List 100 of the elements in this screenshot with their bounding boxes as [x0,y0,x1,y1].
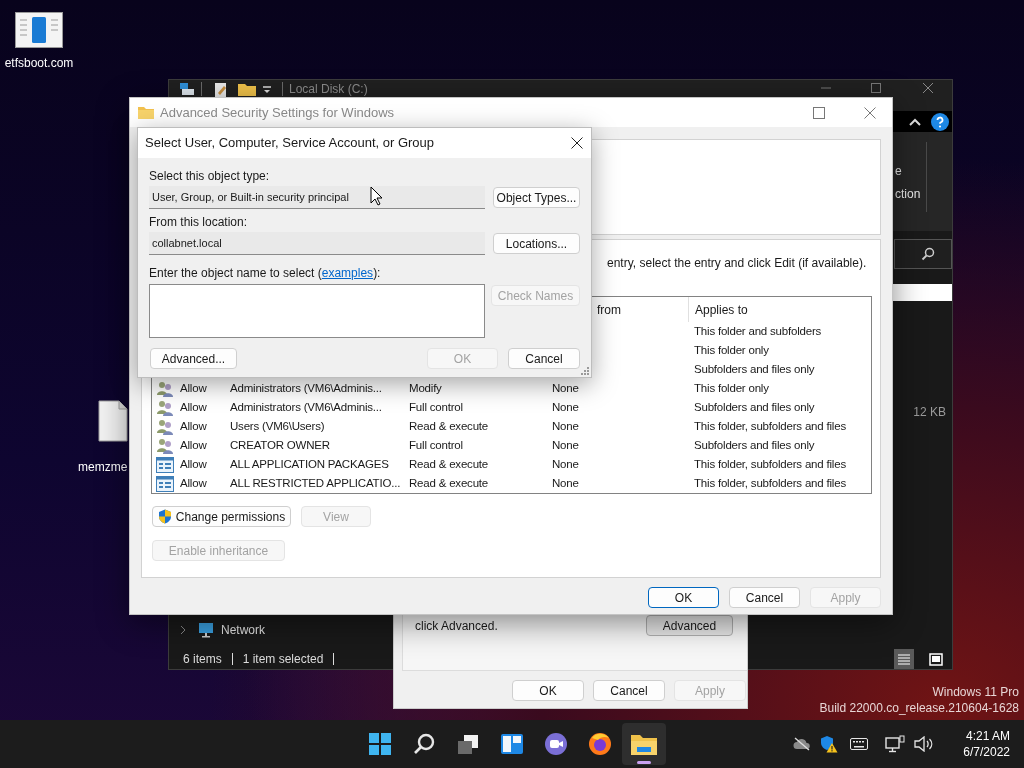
table-cell-text: Allow [180,437,207,453]
table-cell-text: Read & execute [409,456,490,472]
file-explorer-icon [631,733,657,755]
search-icon [413,733,435,755]
location-field[interactable]: collabnet.local [149,232,485,255]
close-icon[interactable] [571,137,583,149]
window-title: Local Disk (C:) [289,82,368,96]
examples-link[interactable]: examples [321,266,374,280]
window-title: Advanced Security Settings for Windows [160,103,395,122]
status-text: 1 item selected [242,651,324,668]
resize-grip-icon[interactable] [581,367,589,375]
nav-pane-item[interactable]: Network [179,621,394,639]
table-cell-text: ALL APPLICATION PACKAGES [230,456,390,472]
table-cell-text: Administrators (VM6\Adminis... [230,399,383,415]
computer-icon[interactable] [179,82,195,96]
desktop-icon-label[interactable]: etfsboot.com [4,54,74,72]
file-icon[interactable] [98,400,128,442]
users-icon [156,437,174,454]
table-cell-text: Full control [409,399,464,415]
change-permissions-button[interactable]: Change permissions [152,506,291,527]
desktop-icon-label[interactable]: memzme [78,458,128,476]
advanced-button[interactable]: Advanced... [150,348,237,369]
maximize-icon[interactable] [870,82,882,94]
users-icon [156,399,174,416]
locations-button[interactable]: Locations... [493,233,580,254]
security-warning-icon[interactable] [820,735,839,753]
browser-icon [588,732,612,756]
table-cell-text: ALL RESTRICTED APPLICATIO... [230,475,402,491]
users-icon [156,380,174,397]
field-label: From this location: [149,215,249,229]
clock[interactable]: 4:21 AM 6/7/2022 [963,728,1010,760]
table-cell-text: None [552,418,580,434]
dialog-button[interactable]: Cancel [729,587,800,608]
file-size: 12 KB [913,404,946,421]
volume-icon[interactable] [914,736,935,752]
shield-icon [157,509,172,524]
task-view-icon [456,733,480,755]
active-indicator [637,761,651,764]
folder-icon [138,106,154,119]
mouse-pointer-icon [370,186,383,206]
notepad-icon[interactable] [214,82,228,98]
list-icon [897,653,911,665]
chevron-right-icon[interactable] [179,625,187,635]
search-icon[interactable] [921,247,935,261]
field-label: Enter the object name to select (examples): [149,266,382,280]
watermark-text: Windows 11 Pro [932,684,1019,700]
chevron-up-icon[interactable] [909,117,921,126]
object-name-field[interactable] [149,284,485,338]
table-cell-text: Allow [180,475,207,491]
table-cell-text: None [552,437,580,453]
object-types-button[interactable]: Object Types... [493,187,580,208]
video-chat-icon [544,732,568,756]
taskbar-button[interactable] [622,723,666,765]
table-cell-text: Allow [180,418,207,434]
field-label: Select this object type: [149,169,271,183]
instruction-text: entry, select the entry and click Edit (if available). [606,255,868,272]
table-cell-text: CREATOR OWNER [230,437,331,453]
table-cell-text: This folder, subfolders and files [693,418,847,434]
table-cell-text: Subfolders and files only [693,399,816,415]
table-cell-text: Subfolders and files only [693,361,816,377]
instruction-text: click Advanced. [414,618,498,635]
window-icon [156,456,174,473]
network-icon [197,622,215,638]
window-icon [156,475,174,492]
widgets-icon [500,733,524,755]
start-icon [369,733,391,755]
table-cell-text: None [552,399,580,415]
dialog-button[interactable]: Cancel [508,348,580,369]
table-cell-text: This folder only [693,380,770,396]
application-icon[interactable] [15,12,63,48]
table-cell-text: This folder and subfolders [693,323,823,339]
table-cell-text: Allow [180,380,207,396]
search-field[interactable] [894,239,952,269]
table-cell-text: Read & execute [409,475,490,491]
table-cell-text: Read & execute [409,418,490,434]
dialog-button[interactable]: Cancel [593,680,665,701]
details-view-button[interactable] [894,649,914,669]
table-cell-text: Allow [180,456,207,472]
table-cell-text: None [552,380,580,396]
cloud-offline-icon[interactable] [793,737,812,751]
dialog-title: Select User, Computer, Service Account, or Group [145,134,435,153]
dialog-button[interactable]: OK [648,587,719,608]
ribbon-label[interactable]: ction [895,186,926,202]
column-header[interactable]: Applies to [688,297,871,322]
table-cell-text: Full control [409,437,464,453]
object-type-field[interactable]: User, Group, or Built-in security principal [149,186,485,209]
advanced-button[interactable]: Advanced [646,615,733,636]
users-icon [156,418,174,435]
keyboard-icon[interactable] [850,738,869,750]
table-cell-text: This folder, subfolders and files [693,475,847,491]
network-icon[interactable] [885,735,906,753]
ribbon-label[interactable]: e [895,163,926,179]
status-text: 6 items [183,651,222,668]
help-icon[interactable] [931,112,949,131]
table-cell-text: This folder only [693,342,770,358]
dialog-button[interactable]: OK [512,680,584,701]
table-cell-text: Subfolders and files only [693,437,816,453]
table-cell-text: This folder, subfolders and files [693,456,847,472]
maximize-icon[interactable] [813,106,825,119]
table-cell-text: Allow [180,399,207,415]
